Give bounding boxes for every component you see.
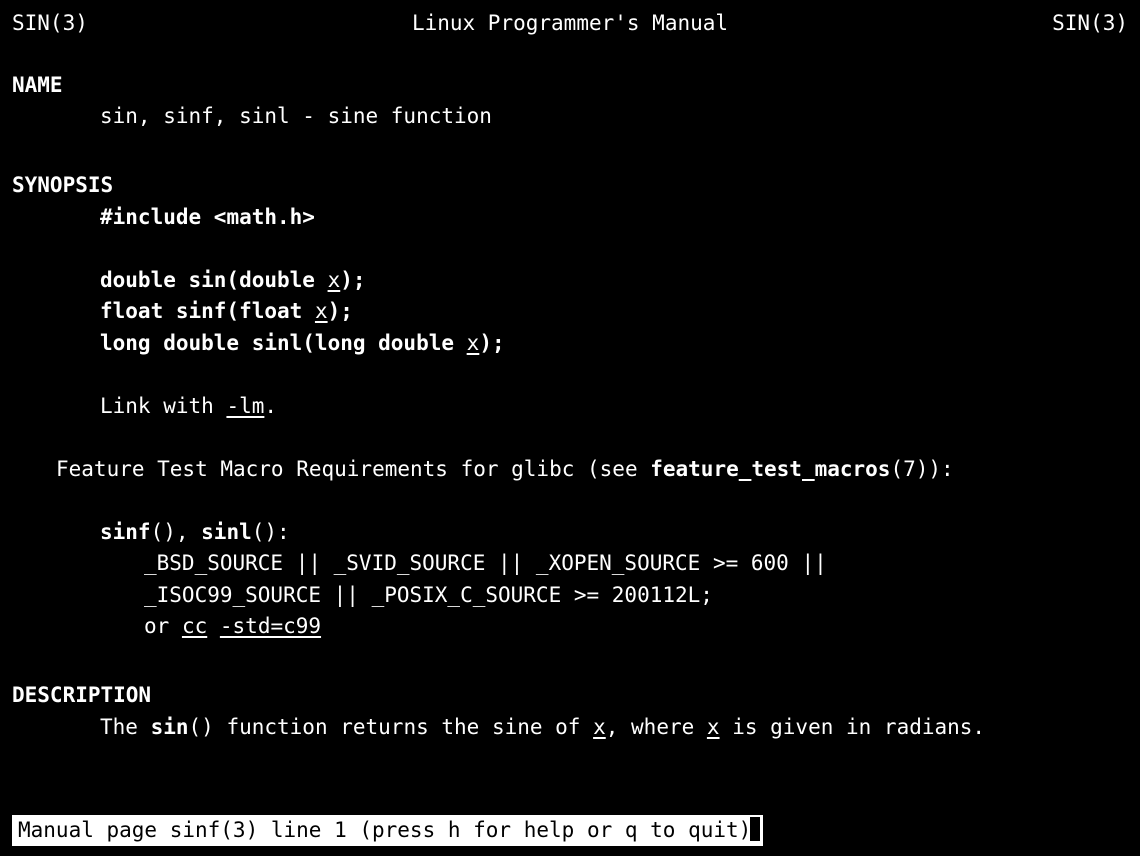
header-right: SIN(3) xyxy=(1052,8,1128,40)
desc-5: , where xyxy=(606,715,707,739)
proto-arg: x xyxy=(315,299,328,323)
synopsis-include: #include <math.h> xyxy=(100,202,1128,234)
proto-text: float sinf(float xyxy=(100,299,315,323)
section-synopsis-heading: SYNOPSIS xyxy=(12,170,1128,202)
ftm-intro: Feature Test Macro Requirements for glib… xyxy=(56,454,1128,486)
synopsis-proto-sinl: long double sinl(long double x); xyxy=(100,328,1128,360)
desc-3: () function returns the sine of xyxy=(189,715,594,739)
desc-1: The xyxy=(100,715,151,739)
header-left: SIN(3) xyxy=(12,8,88,40)
link-flag: -lm xyxy=(226,394,264,418)
desc-x1: x xyxy=(593,715,606,739)
link-pre: Link with xyxy=(100,394,226,418)
ftm-std: -std=c99 xyxy=(220,614,321,638)
proto-text: ); xyxy=(479,331,504,355)
proto-text: long double sinl(long double xyxy=(100,331,467,355)
ftm-func-sinf: sinf xyxy=(100,520,151,544)
link-post: . xyxy=(264,394,277,418)
ftm-line2: _ISOC99_SOURCE || _POSIX_C_SOURCE >= 200… xyxy=(144,580,1128,612)
ftm-space xyxy=(207,614,220,638)
include-header: <math.h> xyxy=(214,205,315,229)
ftm-func-sep: (), xyxy=(151,520,202,544)
ftm-line3: or cc -std=c99 xyxy=(144,611,1128,643)
desc-fn: sin xyxy=(151,715,189,739)
proto-text: ); xyxy=(328,299,353,323)
proto-arg: x xyxy=(467,331,480,355)
section-name-text: sin, sinf, sinl - sine function xyxy=(100,101,1128,133)
synopsis-proto-sinf: float sinf(float x); xyxy=(100,296,1128,328)
ftm-intro-a: Feature Test Macro Requirements for glib… xyxy=(56,457,650,481)
ftm-func-colon: (): xyxy=(252,520,290,544)
man-header: SIN(3) Linux Programmer's Manual SIN(3) xyxy=(12,8,1128,40)
include-directive: #include xyxy=(100,205,214,229)
header-center: Linux Programmer's Manual xyxy=(88,8,1052,40)
section-name-heading: NAME xyxy=(12,70,1128,102)
description-text: The sin() function returns the sine of x… xyxy=(100,712,1128,744)
desc-x2: x xyxy=(707,715,720,739)
proto-text: double sin(double xyxy=(100,268,328,292)
synopsis-proto-sin: double sin(double x); xyxy=(100,265,1128,297)
section-description-heading: DESCRIPTION xyxy=(12,680,1128,712)
synopsis-link: Link with -lm. xyxy=(100,391,1128,423)
pager-status-bar[interactable]: Manual page sinf(3) line 1 (press h for … xyxy=(12,815,763,847)
ftm-or: or xyxy=(144,614,182,638)
proto-arg: x xyxy=(328,268,341,292)
cursor-icon xyxy=(749,816,761,842)
ftm-cc: cc xyxy=(182,614,207,638)
status-text: Manual page sinf(3) line 1 (press h for … xyxy=(18,818,751,842)
ftm-line1: _BSD_SOURCE || _SVID_SOURCE || _XOPEN_SO… xyxy=(144,548,1128,580)
desc-7: is given in radians. xyxy=(720,715,986,739)
proto-text: ); xyxy=(340,268,365,292)
ftm-funcs: sinf(), sinl(): xyxy=(100,517,1128,549)
man-page-terminal[interactable]: SIN(3) Linux Programmer's Manual SIN(3) … xyxy=(0,0,1140,856)
ftm-func-sinl: sinl xyxy=(201,520,252,544)
ftm-intro-ref: feature_test_macros xyxy=(650,457,890,481)
ftm-intro-c: (7)): xyxy=(890,457,953,481)
